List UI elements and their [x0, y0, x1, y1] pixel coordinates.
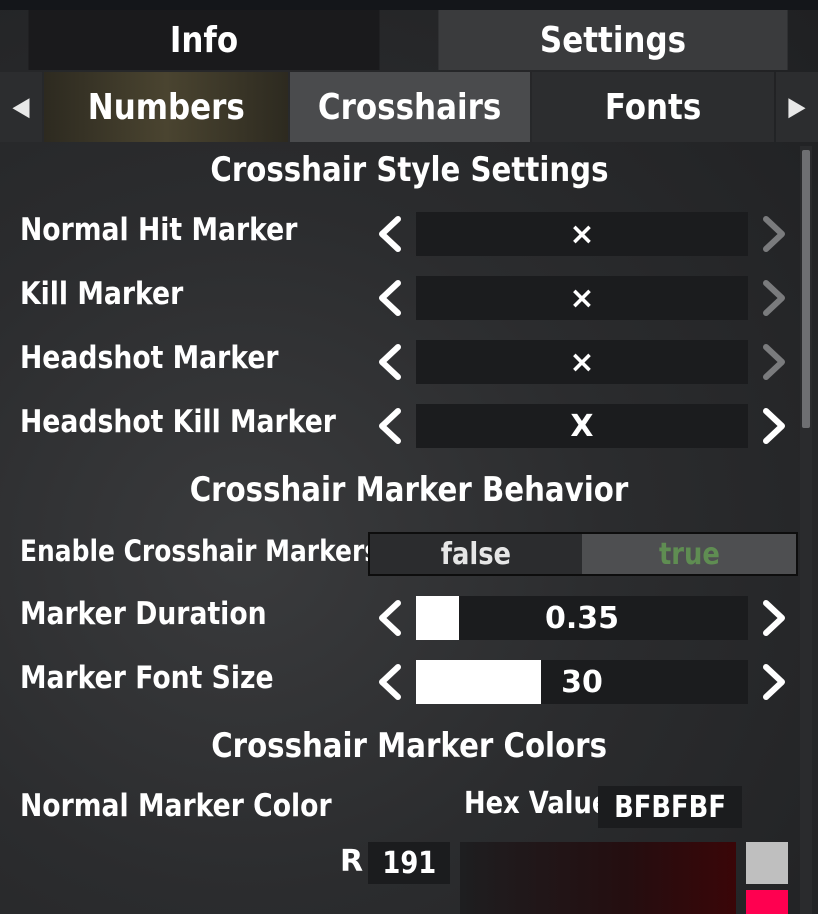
color-picker-area[interactable]: [460, 842, 736, 914]
hex-value-input[interactable]: BFBFBF: [598, 786, 742, 828]
toggle-false-text: false: [440, 536, 512, 572]
chevron-left-icon: [379, 216, 401, 252]
tab-fonts-label: Fonts: [604, 86, 702, 128]
section-title-style-text: Crosshair Style Settings: [209, 150, 609, 190]
accent-color-swatch[interactable]: [746, 890, 788, 914]
duration-slider-fill: [416, 596, 460, 640]
chevron-left-icon: [379, 344, 401, 380]
tab-settings[interactable]: Settings: [438, 10, 788, 70]
sub-tab-prev-button[interactable]: ◀: [0, 72, 42, 142]
row-label-normal-hit-marker: Normal Hit Marker: [20, 212, 298, 248]
normal-hit-prev-button[interactable]: [370, 212, 410, 256]
headshot-kill-next-button[interactable]: [754, 404, 794, 448]
fontsize-slider[interactable]: 30: [416, 660, 748, 704]
fontsize-value-text: 30: [561, 664, 603, 700]
sub-tab-next-button[interactable]: ▶: [776, 72, 818, 142]
row-label-marker-duration: Marker Duration: [20, 596, 267, 632]
window-top-edge: [0, 0, 818, 10]
tab-info[interactable]: Info: [28, 10, 380, 70]
chevron-left-icon: [379, 664, 401, 700]
normal-hit-next-button[interactable]: [754, 212, 794, 256]
hex-value-label: Hex Value: [464, 786, 610, 821]
chevron-right-icon: [763, 664, 785, 700]
kill-marker-prev-button[interactable]: [370, 276, 410, 320]
tab-fonts[interactable]: Fonts: [532, 72, 774, 142]
toggle-option-false[interactable]: false: [370, 534, 582, 574]
scrollbar-thumb[interactable]: [802, 150, 810, 428]
kill-marker-value: ×: [416, 276, 748, 320]
tab-crosshairs-label: Crosshairs: [318, 86, 502, 128]
chevron-left-icon: [379, 280, 401, 316]
chevron-right-icon: [763, 344, 785, 380]
kill-marker-value-text: ×: [569, 280, 595, 316]
duration-increase-button[interactable]: [754, 596, 794, 640]
duration-slider[interactable]: 0.35: [416, 596, 748, 640]
headshot-kill-value-text: X: [570, 408, 594, 444]
toggle-option-true[interactable]: true: [582, 534, 796, 574]
row-label-enable-markers: Enable Crosshair Markers: [20, 534, 380, 568]
headshot-marker-value: ×: [416, 340, 748, 384]
chevron-left-icon: [379, 408, 401, 444]
main-tab-bar: Info Settings: [0, 10, 818, 70]
chevron-right-icon: [763, 216, 785, 252]
tab-numbers-label: Numbers: [87, 86, 245, 128]
tab-numbers[interactable]: Numbers: [44, 72, 288, 142]
row-label-normal-marker-color: Normal Marker Color: [20, 788, 332, 824]
section-title-behavior: Crosshair Marker Behavior: [0, 470, 818, 510]
section-title-colors: Crosshair Marker Colors: [0, 726, 818, 766]
headshot-marker-prev-button[interactable]: [370, 340, 410, 384]
sub-tab-bar: ◀ Numbers Crosshairs Fonts ▶: [0, 72, 818, 142]
section-title-behavior-text: Crosshair Marker Behavior: [189, 470, 629, 510]
fontsize-increase-button[interactable]: [754, 660, 794, 704]
row-label-headshot-marker: Headshot Marker: [20, 340, 279, 376]
row-label-marker-font-size: Marker Font Size: [20, 660, 274, 696]
headshot-marker-next-button[interactable]: [754, 340, 794, 384]
duration-decrease-button[interactable]: [370, 596, 410, 640]
tab-crosshairs[interactable]: Crosshairs: [290, 72, 530, 142]
red-channel-input[interactable]: 191: [368, 842, 450, 884]
normal-hit-value: ×: [416, 212, 748, 256]
triangle-left-icon: ◀: [12, 92, 30, 122]
duration-value-text: 0.35: [544, 600, 620, 636]
section-title-style: Crosshair Style Settings: [0, 150, 818, 190]
hex-value-text: BFBFBF: [614, 789, 726, 825]
row-label-headshot-kill-marker: Headshot Kill Marker: [20, 404, 336, 440]
chevron-right-icon: [763, 280, 785, 316]
fontsize-decrease-button[interactable]: [370, 660, 410, 704]
toggle-true-text: true: [658, 536, 720, 572]
kill-marker-next-button[interactable]: [754, 276, 794, 320]
red-channel-label: R: [340, 844, 364, 879]
current-color-swatch: [746, 842, 788, 884]
headshot-kill-prev-button[interactable]: [370, 404, 410, 448]
headshot-marker-value-text: ×: [569, 344, 595, 380]
section-title-colors-text: Crosshair Marker Colors: [211, 726, 607, 766]
triangle-right-icon: ▶: [788, 92, 806, 122]
tab-info-label: Info: [169, 19, 239, 61]
chevron-right-icon: [763, 408, 785, 444]
headshot-kill-value: X: [416, 404, 748, 448]
red-channel-value: 191: [382, 845, 436, 881]
fontsize-slider-fill: [416, 660, 541, 704]
tab-settings-label: Settings: [539, 19, 687, 61]
chevron-right-icon: [763, 600, 785, 636]
row-label-kill-marker: Kill Marker: [20, 276, 184, 312]
normal-hit-value-text: ×: [569, 216, 595, 252]
chevron-left-icon: [379, 600, 401, 636]
enable-markers-toggle: false true: [368, 532, 798, 576]
